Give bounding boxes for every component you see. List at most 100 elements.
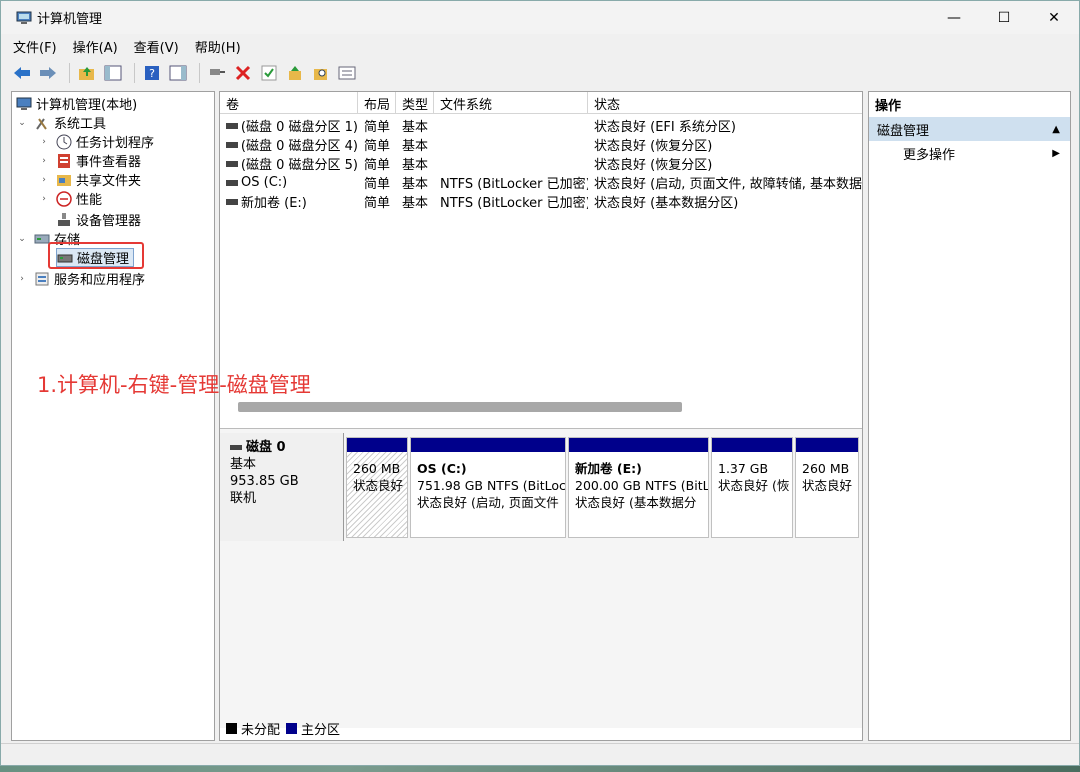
collapse-arrow-icon[interactable]: ▲	[1052, 124, 1060, 135]
chevron-down-icon[interactable]: ⌄	[16, 118, 28, 128]
tree-item-device-manager[interactable]: 设备管理器	[56, 210, 141, 229]
check-icon[interactable]	[258, 62, 280, 84]
chevron-right-icon[interactable]: ›	[16, 274, 28, 284]
cell-type: 基本	[402, 120, 429, 135]
help-icon[interactable]: ?	[141, 62, 163, 84]
table-row[interactable]: (磁盘 0 磁盘分区 4) 简单 基本 状态良好 (恢复分区)	[220, 135, 862, 154]
status-bar	[1, 743, 1079, 765]
computer-management-window: 计算机管理 — ☐ ✕ 文件(F) 操作(A) 查看(V) 帮助(H) ? 计算…	[0, 0, 1080, 766]
tree-label-performance: 性能	[76, 193, 103, 208]
column-header-status[interactable]: 状态	[588, 92, 862, 114]
action-section-disk-management[interactable]: 磁盘管理 ▲	[869, 117, 1070, 141]
legend-primary-swatch	[286, 723, 298, 734]
menu-action[interactable]: 操作(A)	[73, 37, 118, 56]
tree-label-task-scheduler: 任务计划程序	[76, 136, 155, 151]
toolbar: ?	[1, 59, 1079, 87]
cell-status: 状态良好 (恢复分区)	[594, 158, 713, 173]
tutorial-annotation: 1.计算机-右键-管理-磁盘管理	[37, 373, 311, 397]
connect-icon[interactable]	[206, 62, 228, 84]
cell-filesystem	[434, 154, 588, 173]
cell-volume: (磁盘 0 磁盘分区 5)	[240, 158, 358, 173]
tree-item-performance[interactable]: › 性能	[38, 189, 102, 208]
up-folder-icon[interactable]	[76, 62, 98, 84]
table-row[interactable]: (磁盘 0 磁盘分区 1) 简单 基本 状态良好 (EFI 系统分区)	[220, 116, 862, 135]
partition-recovery-1[interactable]: 1.37 GB 状态良好 (恢	[711, 437, 793, 538]
chevron-down-icon[interactable]: ⌄	[16, 234, 28, 244]
disk-size: 953.85 GB	[230, 474, 299, 489]
chevron-right-icon[interactable]: ›	[38, 175, 50, 185]
column-header-filesystem[interactable]: 文件系统	[434, 92, 588, 114]
show-action-pane-icon[interactable]	[167, 62, 189, 84]
disk-state: 联机	[230, 491, 257, 506]
properties-icon[interactable]	[336, 62, 358, 84]
forward-arrow-icon[interactable]	[37, 62, 59, 84]
table-row[interactable]: OS (C:) 简单 基本 NTFS (BitLocker 已加密) 状态良好 …	[220, 173, 862, 192]
maximize-button[interactable]: ☐	[979, 1, 1029, 34]
tree-label-device-manager: 设备管理器	[76, 214, 142, 229]
show-hide-console-tree-icon[interactable]	[102, 62, 124, 84]
partition-header	[569, 438, 708, 452]
menu-file[interactable]: 文件(F)	[13, 37, 57, 56]
partition-title: 新加卷 (E:)	[575, 461, 642, 476]
partition-status: 状态良好 (恢	[718, 478, 790, 493]
cell-layout: 简单	[364, 120, 391, 135]
partition-recovery-2[interactable]: 260 MB 状态良好	[795, 437, 859, 538]
tree-label-services-apps: 服务和应用程序	[54, 273, 146, 288]
tree-item-services-apps[interactable]: › 服务和应用程序	[16, 269, 145, 288]
cell-status: 状态良好 (恢复分区)	[594, 139, 713, 154]
partition-size: 751.98 GB NTFS (BitLoc	[417, 478, 565, 493]
menu-view[interactable]: 查看(V)	[134, 37, 179, 56]
tree-item-shared-folders[interactable]: › 共享文件夹	[38, 170, 141, 189]
horizontal-scrollbar[interactable]	[238, 402, 682, 412]
computer-management-icon	[16, 96, 32, 112]
tree-item-system-tools[interactable]: ⌄ 系统工具	[16, 113, 106, 132]
cell-type: 基本	[402, 177, 429, 192]
tree-item-event-viewer[interactable]: › 事件查看器	[38, 151, 141, 170]
partition-header	[347, 438, 407, 452]
disk-type: 基本	[230, 457, 257, 472]
volume-icon	[226, 179, 238, 186]
partition-e[interactable]: 新加卷 (E:) 200.00 GB NTFS (BitL 状态良好 (基本数据…	[568, 437, 709, 538]
import-icon[interactable]	[284, 62, 306, 84]
column-header-layout[interactable]: 布局	[358, 92, 396, 114]
delete-icon[interactable]	[232, 62, 254, 84]
close-button[interactable]: ✕	[1029, 1, 1079, 34]
partition-c[interactable]: OS (C:) 751.98 GB NTFS (BitLoc 状态良好 (启动,…	[410, 437, 566, 538]
cell-type: 基本	[402, 196, 429, 211]
table-row[interactable]: (磁盘 0 磁盘分区 5) 简单 基本 状态良好 (恢复分区)	[220, 154, 862, 173]
cell-volume: (磁盘 0 磁盘分区 1)	[240, 120, 358, 135]
chevron-right-icon[interactable]: ›	[38, 156, 50, 166]
disk-graphical-view: 磁盘 0 基本 953.85 GB 联机 260 MB 状态良好 OS (C:)	[220, 428, 862, 728]
disk-info-panel[interactable]: 磁盘 0 基本 953.85 GB 联机	[220, 433, 344, 541]
volume-icon	[226, 160, 238, 167]
column-header-type[interactable]: 类型	[396, 92, 434, 114]
tree-item-root[interactable]: 计算机管理(本地)	[16, 94, 137, 113]
chevron-right-icon[interactable]: ›	[38, 194, 50, 204]
tree-item-task-scheduler[interactable]: › 任务计划程序	[38, 132, 154, 151]
table-row[interactable]: 新加卷 (E:) 简单 基本 NTFS (BitLocker 已加密) 状态良好…	[220, 192, 862, 211]
back-arrow-icon[interactable]	[11, 62, 33, 84]
menu-help[interactable]: 帮助(H)	[195, 37, 241, 56]
action-section-label: 磁盘管理	[877, 123, 930, 139]
cell-layout: 简单	[364, 139, 391, 154]
partition-header	[796, 438, 858, 452]
partition-status: 状态良好	[802, 478, 853, 493]
partition-size: 200.00 GB NTFS (BitL	[575, 478, 708, 493]
submenu-arrow-icon: ▶	[1052, 147, 1060, 159]
legend-unallocated: 未分配	[241, 723, 281, 738]
action-pane: 操作 磁盘管理 ▲ 更多操作 ▶	[868, 91, 1071, 741]
cell-volume: (磁盘 0 磁盘分区 4)	[240, 139, 358, 154]
partition-efi[interactable]: 260 MB 状态良好	[346, 437, 408, 538]
cell-type: 基本	[402, 158, 429, 173]
cell-filesystem: NTFS (BitLocker 已加密)	[440, 196, 588, 211]
chevron-right-icon[interactable]: ›	[38, 137, 50, 147]
minimize-button[interactable]: —	[929, 1, 979, 34]
partition-header	[712, 438, 792, 452]
partition-title: OS (C:)	[417, 461, 467, 476]
action-more-actions[interactable]: 更多操作 ▶	[869, 141, 1070, 165]
title-bar[interactable]: 计算机管理 — ☐ ✕	[1, 1, 1079, 34]
column-header-volume[interactable]: 卷	[220, 92, 358, 114]
menu-bar: 文件(F) 操作(A) 查看(V) 帮助(H)	[1, 35, 1079, 57]
search-folder-icon[interactable]	[310, 62, 332, 84]
partition-size: 260 MB	[802, 461, 850, 476]
